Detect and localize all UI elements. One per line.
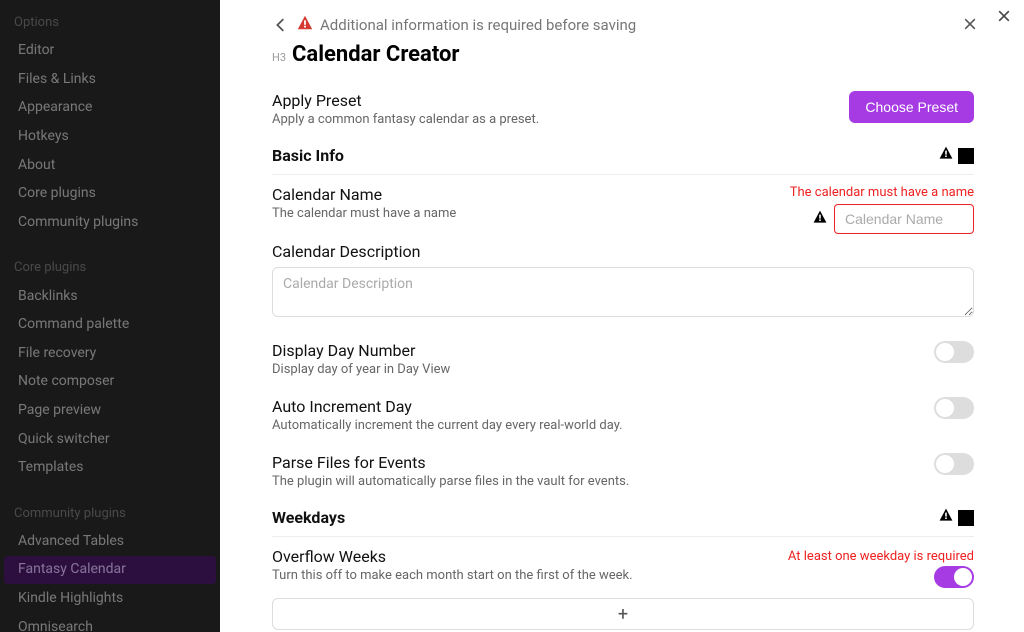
calendar-name-title: Calendar Name (272, 185, 778, 204)
auto-increment-toggle[interactable] (934, 397, 974, 419)
field-warning-icon (812, 209, 828, 230)
arrow-left-icon (272, 16, 290, 34)
apply-preset-title: Apply Preset (272, 91, 837, 110)
overflow-weeks-toggle[interactable] (934, 566, 974, 588)
calendar-name-input[interactable] (834, 204, 974, 234)
calendar-description-row: Calendar Description (272, 242, 974, 321)
sidebar-section-title: Community plugins (0, 501, 220, 527)
sidebar-item-files-links[interactable]: Files & Links (4, 66, 216, 94)
parse-files-row: Parse Files for Events The plugin will a… (272, 443, 974, 499)
sidebar-item-omnisearch[interactable]: Omnisearch (4, 614, 216, 632)
auto-increment-desc: Automatically increment the current day … (272, 418, 922, 433)
apply-preset-row: Apply Preset Apply a common fantasy cale… (272, 81, 974, 137)
collapse-toggle[interactable] (958, 148, 974, 164)
close-icon (996, 8, 1012, 24)
modal-header: Additional information is required befor… (252, 0, 994, 73)
calendar-creator-modal: Additional information is required befor… (252, 0, 994, 632)
parse-files-toggle[interactable] (934, 453, 974, 475)
calendar-name-error: The calendar must have a name (790, 185, 974, 200)
sidebar-item-page-preview[interactable]: Page preview (4, 397, 216, 425)
add-weekday-button[interactable]: + (272, 598, 974, 630)
app-close-button[interactable] (994, 8, 1014, 28)
sidebar-item-file-recovery[interactable]: File recovery (4, 340, 216, 368)
plus-icon: + (618, 604, 628, 625)
choose-preset-button[interactable]: Choose Preset (849, 91, 974, 123)
section-warning-icon (938, 507, 954, 528)
modal-warning-text: Additional information is required befor… (320, 16, 636, 34)
sidebar-item-core-plugins[interactable]: Core plugins (4, 180, 216, 208)
display-day-title: Display Day Number (272, 341, 922, 360)
basic-info-heading: Basic Info (272, 137, 974, 175)
calendar-name-row: Calendar Name The calendar must have a n… (272, 175, 974, 242)
sidebar-item-quick-switcher[interactable]: Quick switcher (4, 426, 216, 454)
sidebar-item-kindle-highlights[interactable]: Kindle Highlights (4, 585, 216, 613)
settings-sidebar: OptionsEditorFiles & LinksAppearanceHotk… (0, 0, 220, 632)
calendar-description-title: Calendar Description (272, 242, 974, 261)
collapse-toggle[interactable] (958, 510, 974, 526)
modal-close-button[interactable] (960, 16, 980, 36)
calendar-description-input[interactable] (272, 267, 974, 317)
sidebar-item-note-composer[interactable]: Note composer (4, 368, 216, 396)
overflow-weeks-desc: Turn this off to make each month start o… (272, 568, 776, 583)
sidebar-item-editor[interactable]: Editor (4, 37, 216, 65)
sidebar-item-backlinks[interactable]: Backlinks (4, 283, 216, 311)
sidebar-item-about[interactable]: About (4, 152, 216, 180)
sidebar-item-advanced-tables[interactable]: Advanced Tables (4, 528, 216, 556)
sidebar-section-title: Options (0, 10, 220, 36)
close-icon (962, 16, 978, 32)
auto-increment-row: Auto Increment Day Automatically increme… (272, 387, 974, 443)
section-warning-icon (938, 145, 954, 166)
sidebar-item-community-plugins[interactable]: Community plugins (4, 209, 216, 237)
display-day-row: Display Day Number Display day of year i… (272, 331, 974, 387)
display-day-desc: Display day of year in Day View (272, 362, 922, 377)
apply-preset-desc: Apply a common fantasy calendar as a pre… (272, 112, 837, 127)
display-day-toggle[interactable] (934, 341, 974, 363)
parse-files-title: Parse Files for Events (272, 453, 922, 472)
calendar-name-desc: The calendar must have a name (272, 206, 778, 221)
sidebar-item-appearance[interactable]: Appearance (4, 94, 216, 122)
warning-icon (296, 14, 314, 36)
modal-body[interactable]: Apply Preset Apply a common fantasy cale… (252, 73, 994, 632)
sidebar-item-command-palette[interactable]: Command palette (4, 311, 216, 339)
sidebar-item-hotkeys[interactable]: Hotkeys (4, 123, 216, 151)
sidebar-item-templates[interactable]: Templates (4, 454, 216, 482)
heading-level-tag: H3 (272, 51, 286, 64)
overflow-weeks-row: Overflow Weeks Turn this off to make eac… (272, 537, 974, 592)
sidebar-section-title: Core plugins (0, 255, 220, 281)
weekdays-heading: Weekdays (272, 499, 974, 537)
back-button[interactable] (272, 16, 290, 34)
weekday-error-text: At least one weekday is required (788, 547, 974, 566)
sidebar-item-fantasy-calendar[interactable]: Fantasy Calendar (4, 556, 216, 584)
modal-title: Calendar Creator (292, 42, 459, 67)
overflow-weeks-title: Overflow Weeks (272, 547, 776, 566)
parse-files-desc: The plugin will automatically parse file… (272, 474, 922, 489)
auto-increment-title: Auto Increment Day (272, 397, 922, 416)
